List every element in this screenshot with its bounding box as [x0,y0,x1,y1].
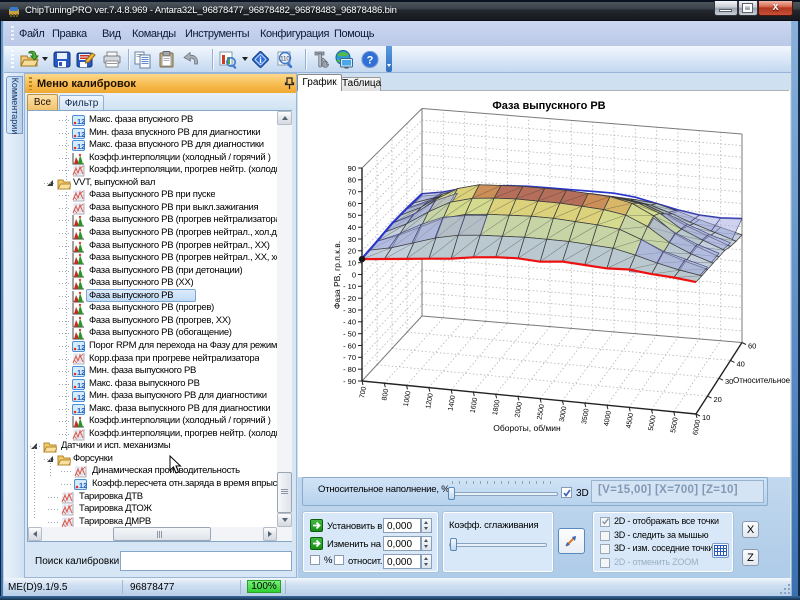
svg-text:12: 12 [77,117,85,126]
svg-text:12: 12 [77,142,85,151]
svg-text:40: 40 [348,223,356,232]
svg-text:0: 0 [352,270,356,279]
svg-text:2500: 2500 [536,404,546,421]
svg-text:5000: 5000 [648,415,658,432]
svg-text:40: 40 [737,359,745,368]
svg-text:- 30: - 30 [343,306,356,315]
svg-text:6000: 6000 [692,419,702,436]
svg-text:12: 12 [77,406,85,415]
svg-text:Относительное н: Относительное н [733,376,790,385]
svg-text:4500: 4500 [626,412,636,429]
svg-text:1200: 1200 [425,393,435,410]
svg-text:12: 12 [77,130,85,139]
svg-text:1400: 1400 [447,395,457,412]
svg-text:10: 10 [702,413,710,422]
svg-text:800: 800 [381,388,390,401]
svg-text:30: 30 [348,235,356,244]
svg-text:20: 20 [348,247,356,256]
svg-text:90: 90 [348,164,356,173]
svg-text:- 10: - 10 [343,282,356,291]
svg-text:60: 60 [348,199,356,208]
svg-text:?: ? [367,55,374,67]
svg-text:- 50: - 50 [343,330,356,339]
svg-text:3000: 3000 [559,406,569,423]
svg-text:70: 70 [348,188,356,197]
svg-text:Фаза выпускного РВ: Фаза выпускного РВ [492,100,605,112]
svg-text:12: 12 [79,481,87,490]
svg-text:- 70: - 70 [343,353,356,362]
svg-text:Обороты, об/мин: Обороты, об/мин [493,423,561,433]
svg-text:Фаза РВ, гр.п.к.в.: Фаза РВ, гр.п.к.в. [332,241,342,309]
svg-text:50: 50 [348,211,356,220]
svg-text:12: 12 [77,393,85,402]
svg-text:- 80: - 80 [343,365,356,374]
svg-text:80: 80 [348,176,356,185]
svg-text:4000: 4000 [603,410,613,427]
svg-text:- 40: - 40 [343,318,356,327]
svg-text:12: 12 [77,368,85,377]
svg-text:- 90: - 90 [343,377,356,386]
svg-text:1800: 1800 [492,399,502,416]
svg-text:5500: 5500 [670,417,680,434]
svg-text:2000: 2000 [514,401,524,418]
svg-text:12: 12 [77,381,85,390]
svg-text:12: 12 [77,343,85,352]
svg-text:- 20: - 20 [343,294,356,303]
svg-text:60: 60 [748,342,756,351]
svg-text:20: 20 [714,395,722,404]
svg-text:- 60: - 60 [343,341,356,350]
svg-text:110: 110 [280,57,290,63]
svg-text:1600: 1600 [470,397,480,414]
svg-text:3500: 3500 [581,408,591,425]
svg-text:10: 10 [348,259,356,268]
svg-text:1000: 1000 [403,390,413,407]
svg-text:700: 700 [359,386,368,399]
